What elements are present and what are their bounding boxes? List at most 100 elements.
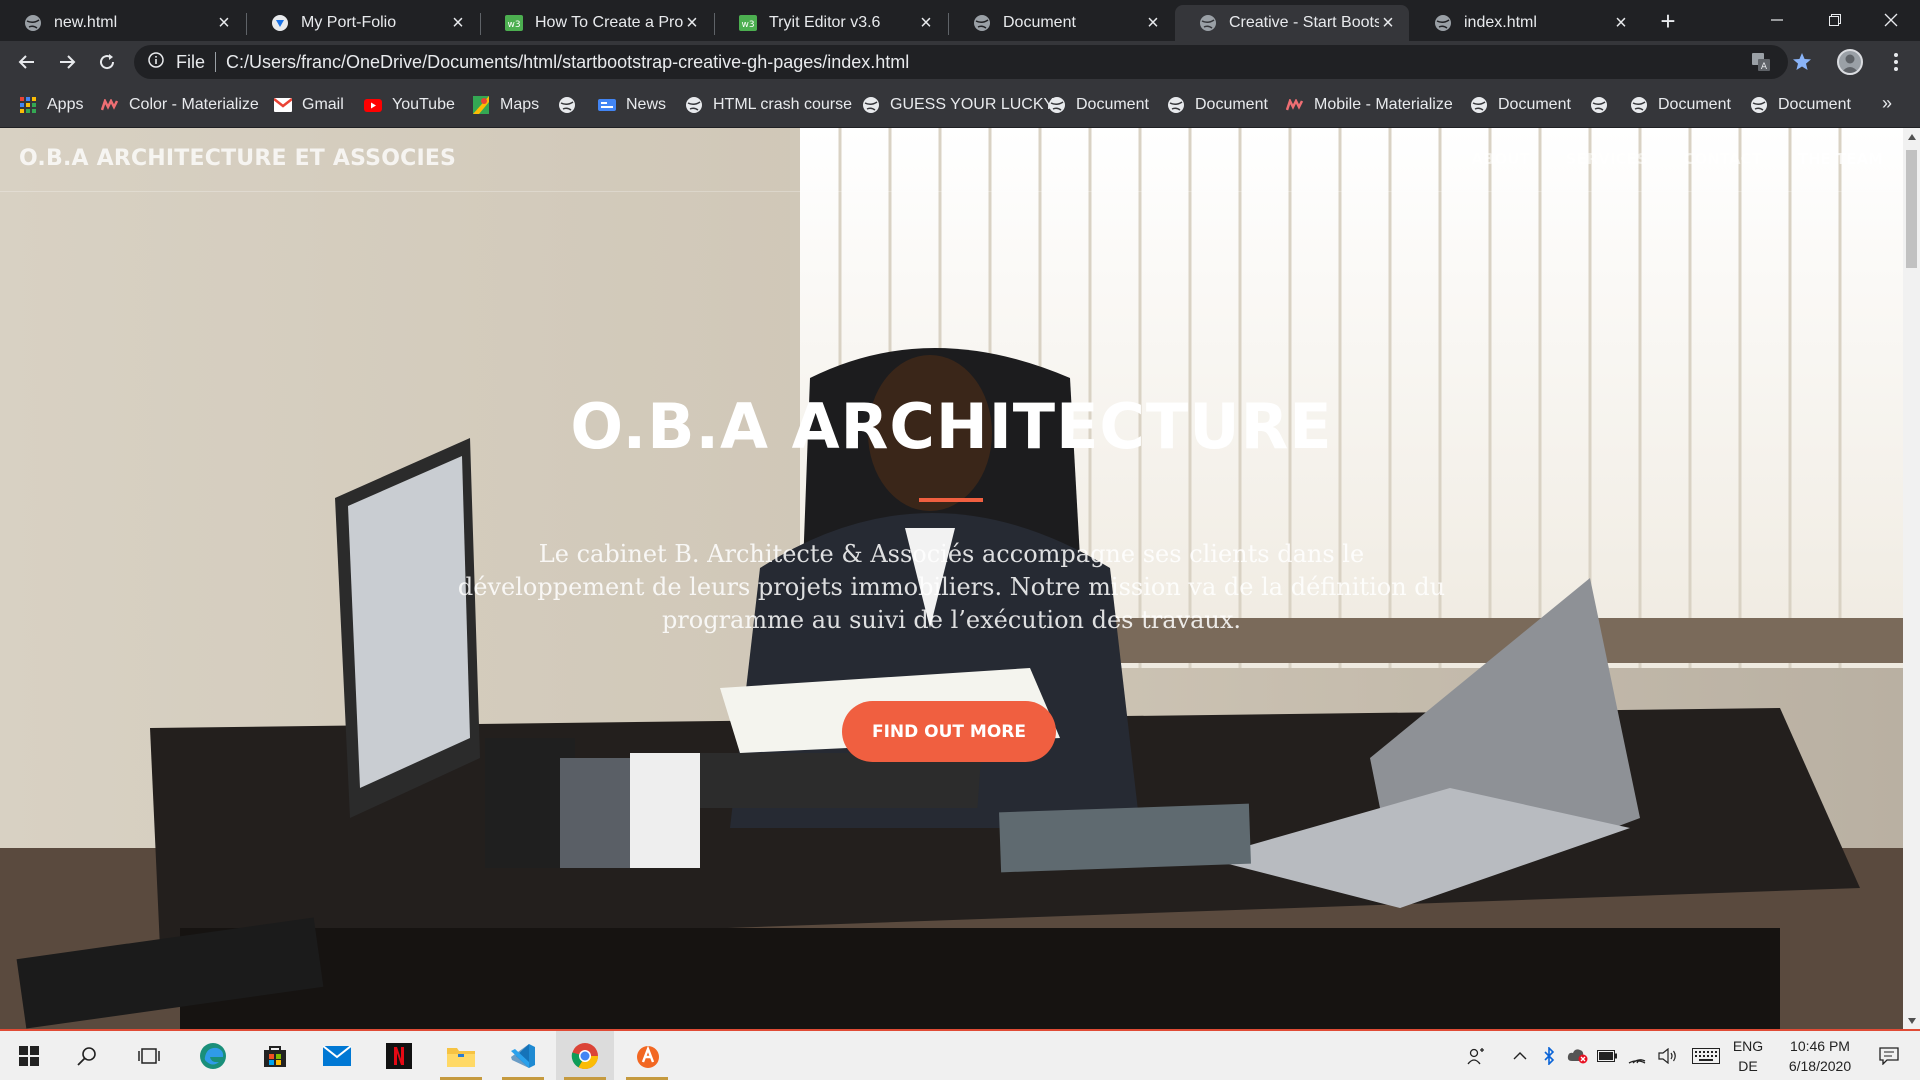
clock-time: 10:46 PM (1790, 1038, 1850, 1054)
tab-title: My Port-Folio (301, 14, 397, 31)
tab-document[interactable]: Document × (949, 5, 1174, 41)
globe-icon (862, 96, 880, 114)
tab-title: index.html (1464, 14, 1537, 31)
avast-icon[interactable] (618, 1031, 676, 1080)
bookmark-unnamed[interactable] (558, 83, 586, 127)
minimize-button[interactable] (1748, 0, 1806, 40)
browser-toolbar: File C:/Users/franc/OneDrive/Documents/h… (0, 41, 1920, 83)
close-icon[interactable]: × (1144, 13, 1162, 33)
browser-menu-icon[interactable] (1880, 46, 1912, 78)
bookmark-label: News (626, 96, 667, 113)
find-out-more-button[interactable]: FIND OUT MORE (842, 701, 1056, 762)
file-explorer-icon[interactable] (432, 1031, 490, 1080)
language-label: ENG (1732, 1038, 1764, 1054)
wifi-icon[interactable] (1624, 1031, 1650, 1080)
hero-text: Le cabinet B. Architecte & Associés acco… (457, 540, 1446, 634)
close-icon[interactable]: × (1379, 13, 1397, 33)
forward-button[interactable] (51, 46, 83, 78)
clock-date: 6/18/2020 (1788, 1058, 1852, 1074)
keyboard-icon[interactable] (1688, 1031, 1724, 1080)
edge-icon[interactable] (184, 1031, 242, 1080)
close-icon[interactable]: × (683, 13, 701, 33)
restore-button[interactable] (1806, 0, 1864, 40)
bookmark-mobile-materialize[interactable]: Mobile - Materialize (1286, 83, 1453, 127)
bookmark-youtube[interactable]: YouTube (364, 83, 455, 127)
bookmark-star-icon[interactable] (1785, 45, 1819, 79)
reload-button[interactable] (91, 46, 123, 78)
start-button[interactable] (0, 1031, 58, 1080)
bookmark-document[interactable]: Document (1167, 83, 1268, 127)
bookmark-news[interactable]: News (598, 83, 666, 127)
close-window-button[interactable] (1862, 0, 1920, 40)
battery-icon[interactable] (1594, 1031, 1620, 1080)
site-brand[interactable]: O.B.A ARCHITECTURE ET ASSOCIES (19, 146, 456, 171)
bookmark-unnamed[interactable] (1590, 83, 1618, 127)
back-button[interactable] (11, 46, 43, 78)
bookmark-label: YouTube (392, 96, 455, 113)
tab-creative-start-bootstrap[interactable]: Creative - Start Bootstrap × (1175, 5, 1409, 41)
bookmark-document[interactable]: Document (1470, 83, 1571, 127)
new-tab-button[interactable]: + (1654, 8, 1682, 36)
bluetooth-icon[interactable] (1536, 1031, 1562, 1080)
bookmark-gmail[interactable]: Gmail (274, 83, 344, 127)
netflix-icon[interactable] (370, 1031, 428, 1080)
tab-index-html[interactable]: index.html × (1410, 5, 1642, 41)
w3-icon: w3 (739, 14, 757, 32)
bookmark-document[interactable]: Document (1750, 83, 1851, 127)
bookmark-maps[interactable]: Maps (472, 83, 539, 127)
page-viewport: O.B.A ARCHITECTURE ET ASSOCIES ABOUT SER… (0, 128, 1903, 1029)
nav-link-contact[interactable]: CONTACT (1683, 150, 1761, 168)
translate-icon[interactable]: A (1744, 45, 1778, 79)
bookmark-document[interactable]: Document (1048, 83, 1149, 127)
close-icon[interactable]: × (1612, 13, 1630, 33)
tab-my-portfolio[interactable]: My Port-Folio × (247, 5, 479, 41)
globe-icon (24, 14, 42, 32)
show-hidden-icons-icon[interactable] (1506, 1031, 1534, 1080)
nav-link-services[interactable]: SERVICES (1566, 150, 1648, 168)
bookmark-label: Mobile - Materialize (1314, 96, 1453, 113)
notifications-icon[interactable] (1866, 1031, 1912, 1080)
address-bar[interactable]: File C:/Users/franc/OneDrive/Documents/h… (134, 45, 1788, 79)
bookmark-label: GUESS YOUR LUCKY (890, 96, 1055, 113)
search-icon[interactable] (58, 1031, 116, 1080)
globe-icon (558, 96, 576, 114)
close-icon[interactable]: × (917, 13, 935, 33)
info-icon[interactable] (148, 51, 164, 73)
globe-icon (1048, 96, 1066, 114)
tab-title: Creative - Start Bootstrap (1229, 14, 1379, 31)
close-icon[interactable]: × (449, 13, 467, 33)
system-clock[interactable]: 10:46 PM 6/18/2020 (1770, 1036, 1870, 1076)
scroll-up-icon[interactable] (1903, 128, 1920, 145)
materialize-icon (101, 96, 119, 114)
scrollbar-thumb[interactable] (1906, 150, 1917, 268)
tab-tryit-editor[interactable]: w3 Tryit Editor v3.6 × (715, 5, 947, 41)
mail-icon[interactable] (308, 1031, 366, 1080)
cloud-sync-error-icon[interactable] (1564, 1031, 1592, 1080)
bookmark-apps[interactable]: Apps (19, 83, 83, 127)
store-icon[interactable] (246, 1031, 304, 1080)
address-divider (215, 52, 217, 72)
globe-icon (973, 14, 991, 32)
bookmark-label: Document (1195, 96, 1268, 113)
tab-new-html[interactable]: new.html × (0, 5, 245, 41)
nav-link-the-team[interactable]: THE TEAM (1798, 150, 1883, 168)
people-icon[interactable] (1460, 1031, 1492, 1080)
address-url[interactable]: C:/Users/franc/OneDrive/Documents/html/s… (226, 52, 909, 73)
bookmark-color-materialize[interactable]: Color - Materialize (101, 83, 259, 127)
bookmark-html-crash-course[interactable]: HTML crash course (685, 83, 852, 127)
tab-how-to-create-profile[interactable]: w3 How To Create a Profile × (481, 5, 713, 41)
profile-avatar[interactable] (1837, 49, 1863, 75)
page-scrollbar[interactable] (1903, 128, 1920, 1029)
vscode-icon[interactable] (494, 1031, 552, 1080)
scroll-down-icon[interactable] (1903, 1012, 1920, 1029)
volume-icon[interactable] (1654, 1031, 1682, 1080)
nav-link-about[interactable]: ABOUT (1471, 150, 1529, 168)
input-language-indicator[interactable]: ENG DE (1728, 1036, 1768, 1076)
more-bookmarks-button[interactable]: » (1882, 93, 1892, 114)
close-icon[interactable]: × (215, 13, 233, 33)
task-view-icon[interactable] (120, 1031, 178, 1080)
chrome-icon[interactable] (556, 1031, 614, 1080)
bookmark-document[interactable]: Document (1630, 83, 1731, 127)
hero-title: O.B.A ARCHITECTURE (570, 390, 1333, 463)
bookmark-guess-your-lucky[interactable]: GUESS YOUR LUCKY (862, 83, 1054, 127)
